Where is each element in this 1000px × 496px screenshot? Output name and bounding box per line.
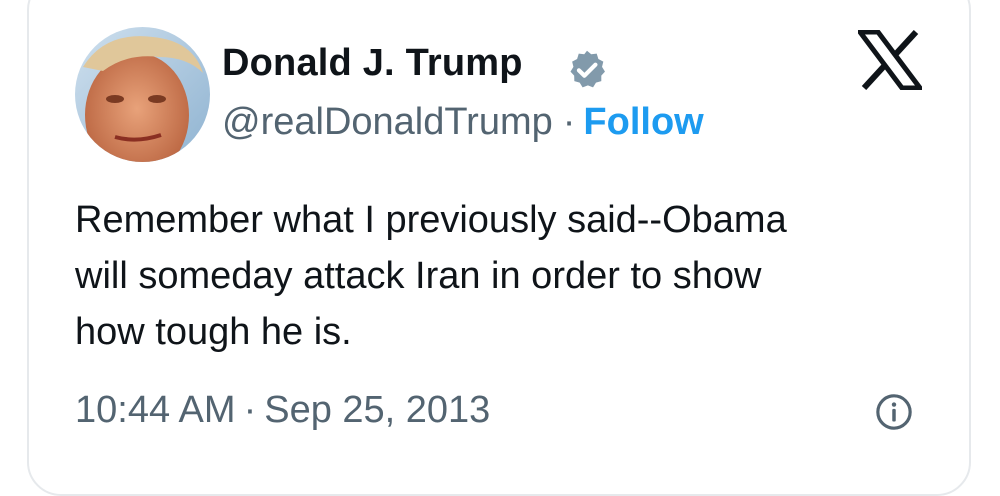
tweet-time[interactable]: 10:44 AM xyxy=(75,389,236,431)
tweet-text: Remember what I previously said--Obama w… xyxy=(75,192,935,360)
tweet-text-line: Remember what I previously said--Obama xyxy=(75,199,787,241)
tweet-text-line: how tough he is. xyxy=(75,311,352,353)
separator-dot: · xyxy=(243,389,257,431)
follow-button[interactable]: Follow xyxy=(583,101,703,143)
tweet-timestamp[interactable]: 10:44 AM · Sep 25, 2013 xyxy=(75,387,490,433)
profile-photo xyxy=(75,27,210,162)
author-display-name[interactable]: Donald J. Trump xyxy=(222,40,523,86)
x-logo-icon[interactable] xyxy=(858,30,922,90)
tweet-date[interactable]: Sep 25, 2013 xyxy=(264,389,490,431)
author-handle[interactable]: @realDonaldTrump xyxy=(222,101,553,143)
verified-badge-icon xyxy=(570,50,605,88)
avatar[interactable] xyxy=(75,27,210,162)
separator-dot: · xyxy=(562,101,576,143)
info-icon[interactable] xyxy=(875,393,913,431)
handle-row: @realDonaldTrump · Follow xyxy=(222,99,704,145)
tweet-text-line: will someday attack Iran in order to sho… xyxy=(75,255,762,297)
